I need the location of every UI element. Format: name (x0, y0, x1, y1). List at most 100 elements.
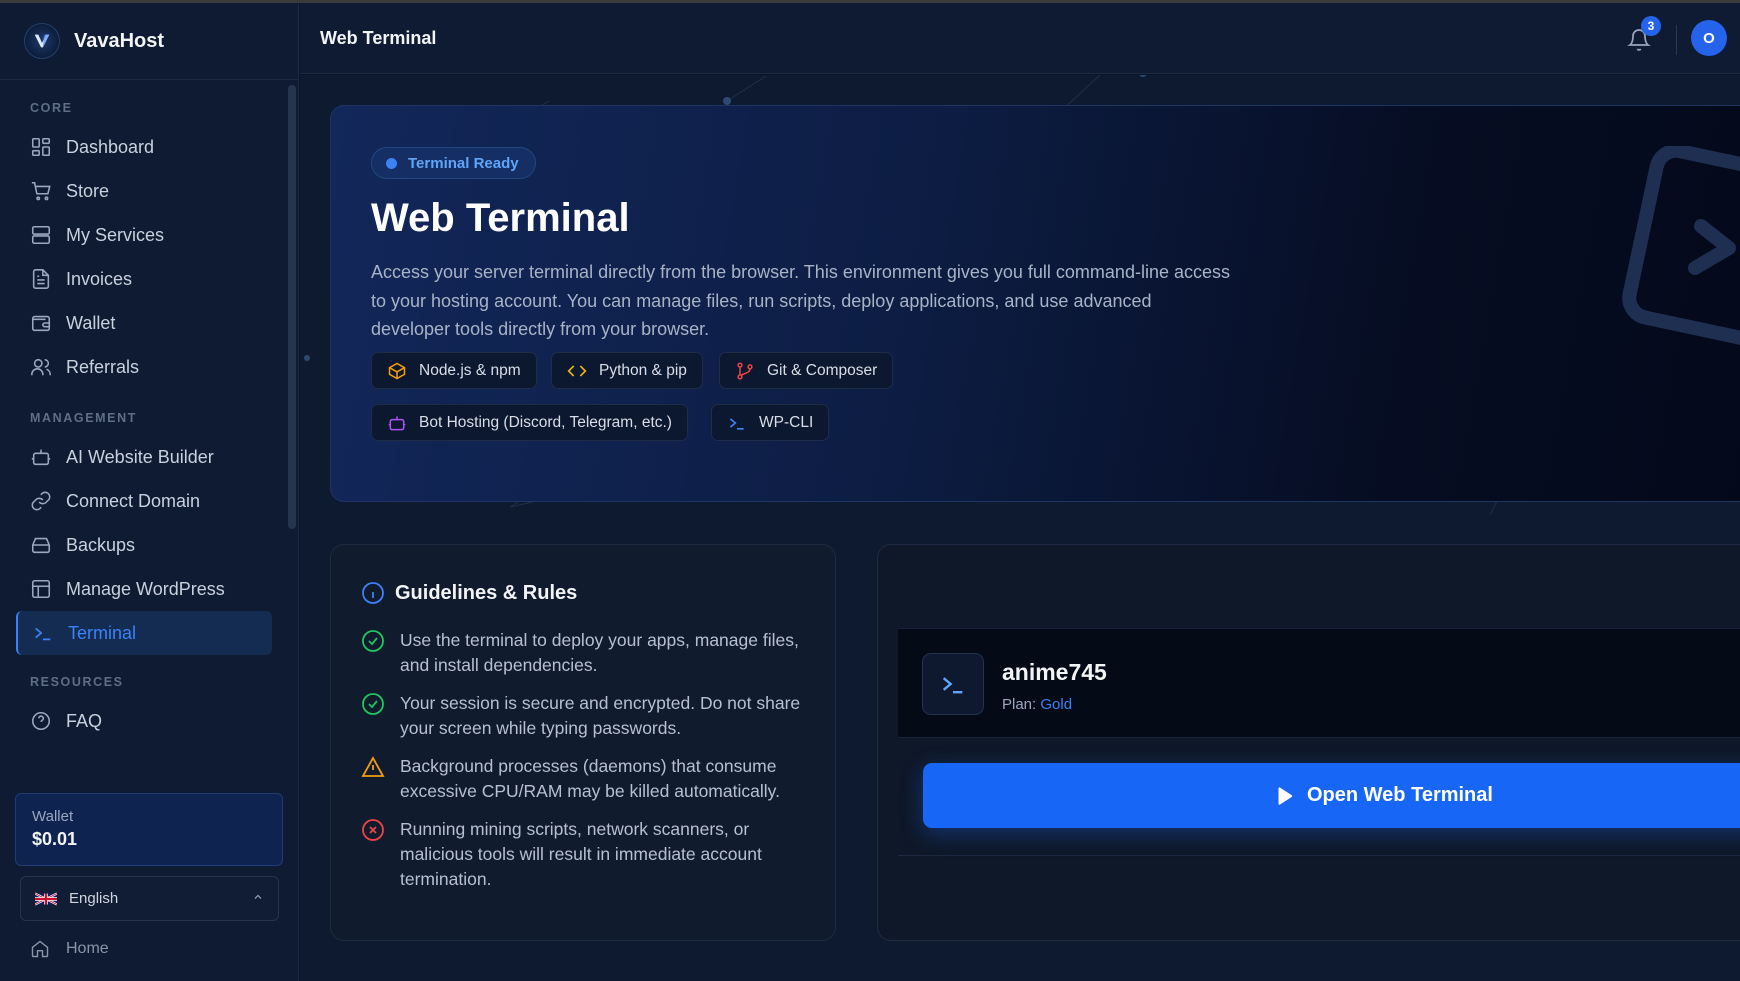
cart-icon (31, 181, 51, 201)
section-label-core: CORE (30, 101, 73, 115)
brand[interactable]: VavaHost (0, 3, 298, 80)
rule-text: Running mining scripts, network scanners… (400, 819, 762, 889)
wallet-summary[interactable]: Wallet $0.01 (15, 793, 283, 866)
guidelines-heading: Guidelines & Rules (361, 581, 577, 605)
sidebar-item-label: Wallet (66, 312, 116, 333)
tag-nodejs: Node.js & npm (371, 352, 537, 389)
sidebar-item-label: AI Website Builder (66, 446, 214, 467)
rule-item: Your session is secure and encrypted. Do… (361, 691, 811, 741)
code-icon (567, 364, 587, 377)
dashboard-icon (31, 137, 51, 157)
home-label: Home (66, 940, 109, 957)
avatar[interactable]: O (1691, 20, 1727, 56)
check-circle-icon (362, 693, 384, 715)
open-web-terminal-button[interactable]: Open Web Terminal (923, 763, 1740, 828)
tag-python: Python & pip (551, 352, 703, 389)
sidebar-item-label: Dashboard (66, 136, 155, 157)
sidebar-item-ai-website-builder[interactable]: AI Website Builder (16, 435, 272, 479)
account-info: anime745 Plan: Gold (898, 628, 1740, 738)
rule-item: Background processes (daemons) that cons… (361, 754, 811, 804)
rule-item: Use the terminal to deploy your apps, ma… (361, 628, 811, 678)
sidebar-item-referrals[interactable]: Referrals (16, 345, 272, 389)
sidebar-item-label: Store (66, 180, 110, 201)
tag-label: Python & pip (599, 361, 687, 379)
sidebar-item-label: Terminal (68, 622, 137, 643)
sidebar-item-faq[interactable]: FAQ (16, 699, 272, 743)
wallet-icon (31, 315, 51, 332)
sidebar-item-label: Backups (66, 534, 136, 555)
link-icon (31, 491, 51, 511)
sidebar-nav: CORE Dashboard Store My Services Invoice… (0, 81, 288, 777)
notification-badge: 3 (1641, 16, 1661, 36)
account-plan: Plan: Gold (1002, 696, 1072, 713)
guidelines-card: Guidelines & Rules Use the terminal to d… (330, 544, 836, 941)
rule-text: Use the terminal to deploy your apps, ma… (400, 630, 799, 675)
brand-logo-icon (24, 23, 60, 59)
sidebar: VavaHost CORE Dashboard Store My Service… (0, 3, 299, 981)
hero-description: Access your server terminal directly fro… (371, 262, 1230, 339)
hero-title: Web Terminal (371, 196, 630, 240)
info-icon (362, 582, 384, 604)
sidebar-item-my-services[interactable]: My Services (16, 213, 272, 257)
package-icon (388, 362, 406, 379)
backup-icon (31, 537, 51, 554)
hero-banner: Terminal Ready Web Terminal Access your … (330, 105, 1740, 502)
rule-text: Background processes (daemons) that cons… (400, 756, 780, 801)
home-icon (31, 940, 49, 958)
card-divider (898, 855, 1740, 856)
git-branch-icon (737, 362, 753, 380)
sidebar-item-label: Referrals (66, 356, 140, 377)
status-text: Terminal Ready (408, 154, 519, 172)
users-icon (31, 358, 51, 376)
uk-flag-icon (35, 892, 57, 905)
sidebar-item-backups[interactable]: Backups (16, 523, 272, 567)
header-divider (1676, 25, 1677, 55)
section-label-resources: RESOURCES (30, 675, 124, 689)
open-web-terminal-label: Open Web Terminal (1307, 784, 1493, 806)
sidebar-item-terminal[interactable]: Terminal (16, 611, 272, 655)
rule-item: Running mining scripts, network scanners… (361, 817, 811, 892)
wallet-label: Wallet (32, 808, 74, 825)
sidebar-item-store[interactable]: Store (16, 169, 272, 213)
sidebar-item-invoices[interactable]: Invoices (16, 257, 272, 301)
language-label: English (69, 890, 119, 907)
play-icon (1278, 786, 1293, 805)
sidebar-item-label: FAQ (66, 710, 103, 731)
terminal-icon (729, 417, 744, 430)
home-link[interactable]: Home (30, 937, 109, 961)
top-header: Web Terminal 3 O (300, 3, 1740, 74)
language-select[interactable]: English (20, 876, 279, 921)
main-content: Terminal Ready Web Terminal Access your … (300, 75, 1740, 981)
tag-label: Git & Composer (767, 361, 878, 379)
plan-value: Gold (1040, 696, 1073, 713)
sidebar-scrollbar[interactable] (288, 85, 296, 529)
terminal-icon (35, 627, 51, 641)
guidelines-title: Guidelines & Rules (395, 581, 578, 604)
tag-git: Git & Composer (719, 352, 894, 389)
tag-bot-hosting: Bot Hosting (Discord, Telegram, etc.) (371, 404, 688, 441)
bot-icon (31, 449, 51, 466)
sidebar-item-wallet[interactable]: Wallet (16, 301, 272, 345)
terminal-icon (922, 653, 984, 715)
sidebar-item-manage-wordpress[interactable]: Manage WordPress (16, 567, 272, 611)
sidebar-item-connect-domain[interactable]: Connect Domain (16, 479, 272, 523)
bot-icon (388, 415, 406, 430)
sidebar-item-label: Connect Domain (66, 490, 201, 511)
terminal-launch-card: anime745 Plan: Gold Open Web Terminal (877, 544, 1740, 941)
invoice-icon (32, 269, 50, 289)
sidebar-item-label: Manage WordPress (66, 578, 225, 599)
warning-icon (361, 756, 385, 777)
tag-label: Node.js & npm (419, 361, 521, 379)
account-username: anime745 (1002, 659, 1107, 685)
chevron-up-icon (252, 891, 264, 906)
x-circle-icon (362, 819, 384, 841)
help-icon (31, 711, 51, 731)
tag-label: WP-CLI (759, 413, 814, 431)
layout-icon (31, 579, 51, 599)
rule-text: Your session is secure and encrypted. Do… (400, 693, 801, 738)
check-circle-icon (362, 630, 384, 652)
sidebar-item-dashboard[interactable]: Dashboard (16, 125, 272, 169)
section-label-management: MANAGEMENT (30, 411, 137, 425)
status-dot (386, 157, 397, 169)
sidebar-item-label: Invoices (66, 268, 133, 289)
